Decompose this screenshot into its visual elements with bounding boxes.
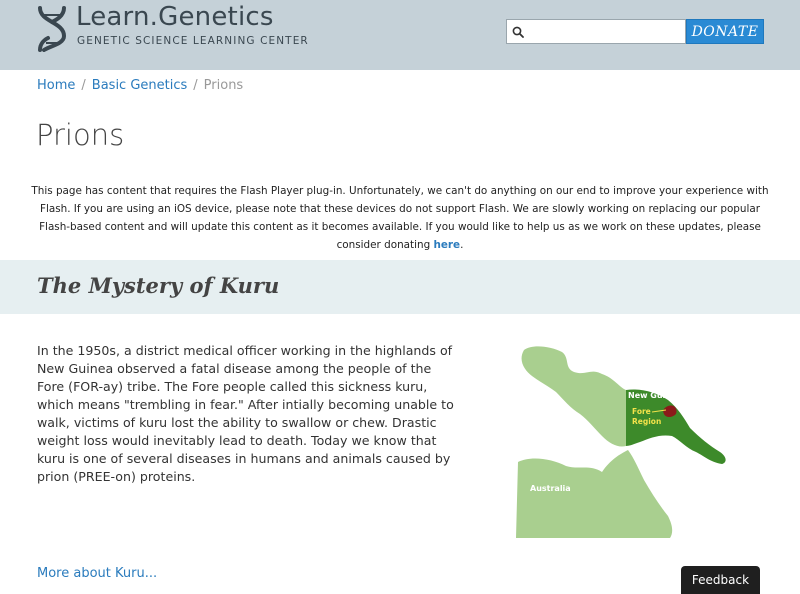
more-about-kuru-link[interactable]: More about Kuru... [37,566,157,581]
search-icon[interactable] [507,20,529,43]
page-title: Prions [36,118,125,152]
site-logo[interactable]: Learn.Genetics GENETIC SCIENCE LEARNING … [36,2,326,52]
breadcrumb-basic-genetics[interactable]: Basic Genetics [92,78,188,93]
map-new-guinea-west [521,346,626,447]
breadcrumb: Home / Basic Genetics / Prions [37,78,243,93]
section-title: The Mystery of Kuru [37,273,280,298]
feedback-button[interactable]: Feedback [681,566,760,594]
donate-button[interactable]: DONATE [686,19,764,44]
map-australia [516,450,673,538]
map-label-australia: Australia [530,484,571,493]
map-label-new-guinea: New Guinea [628,391,682,400]
kuru-description: In the 1950s, a district medical officer… [37,343,454,484]
logo-title: Learn.Genetics [76,2,274,32]
breadcrumb-separator: / [193,78,198,93]
section-header-band: The Mystery of Kuru [0,260,800,314]
kuru-map: Papua New Guinea Fore Region Australia [516,346,726,538]
breadcrumb-separator: / [81,78,86,93]
flash-notice-end: . [460,239,464,251]
site-header: Learn.Genetics GENETIC SCIENCE LEARNING … [0,0,800,70]
search-box[interactable] [506,19,686,44]
breadcrumb-current: Prions [203,78,244,93]
flash-notice: This page has content that requires the … [30,182,770,254]
logo-subtitle: GENETIC SCIENCE LEARNING CENTER [77,35,309,47]
map-label-papua: Papua [628,381,656,390]
search-input[interactable] [529,21,679,42]
flash-notice-text: This page has content that requires the … [31,185,769,251]
map-papua-new-guinea [626,389,726,464]
dna-logo-icon [38,6,67,52]
map-label-region: Region [632,417,661,426]
breadcrumb-home[interactable]: Home [37,78,75,93]
map-label-fore: Fore [632,407,651,416]
donate-here-link[interactable]: here [433,239,460,251]
